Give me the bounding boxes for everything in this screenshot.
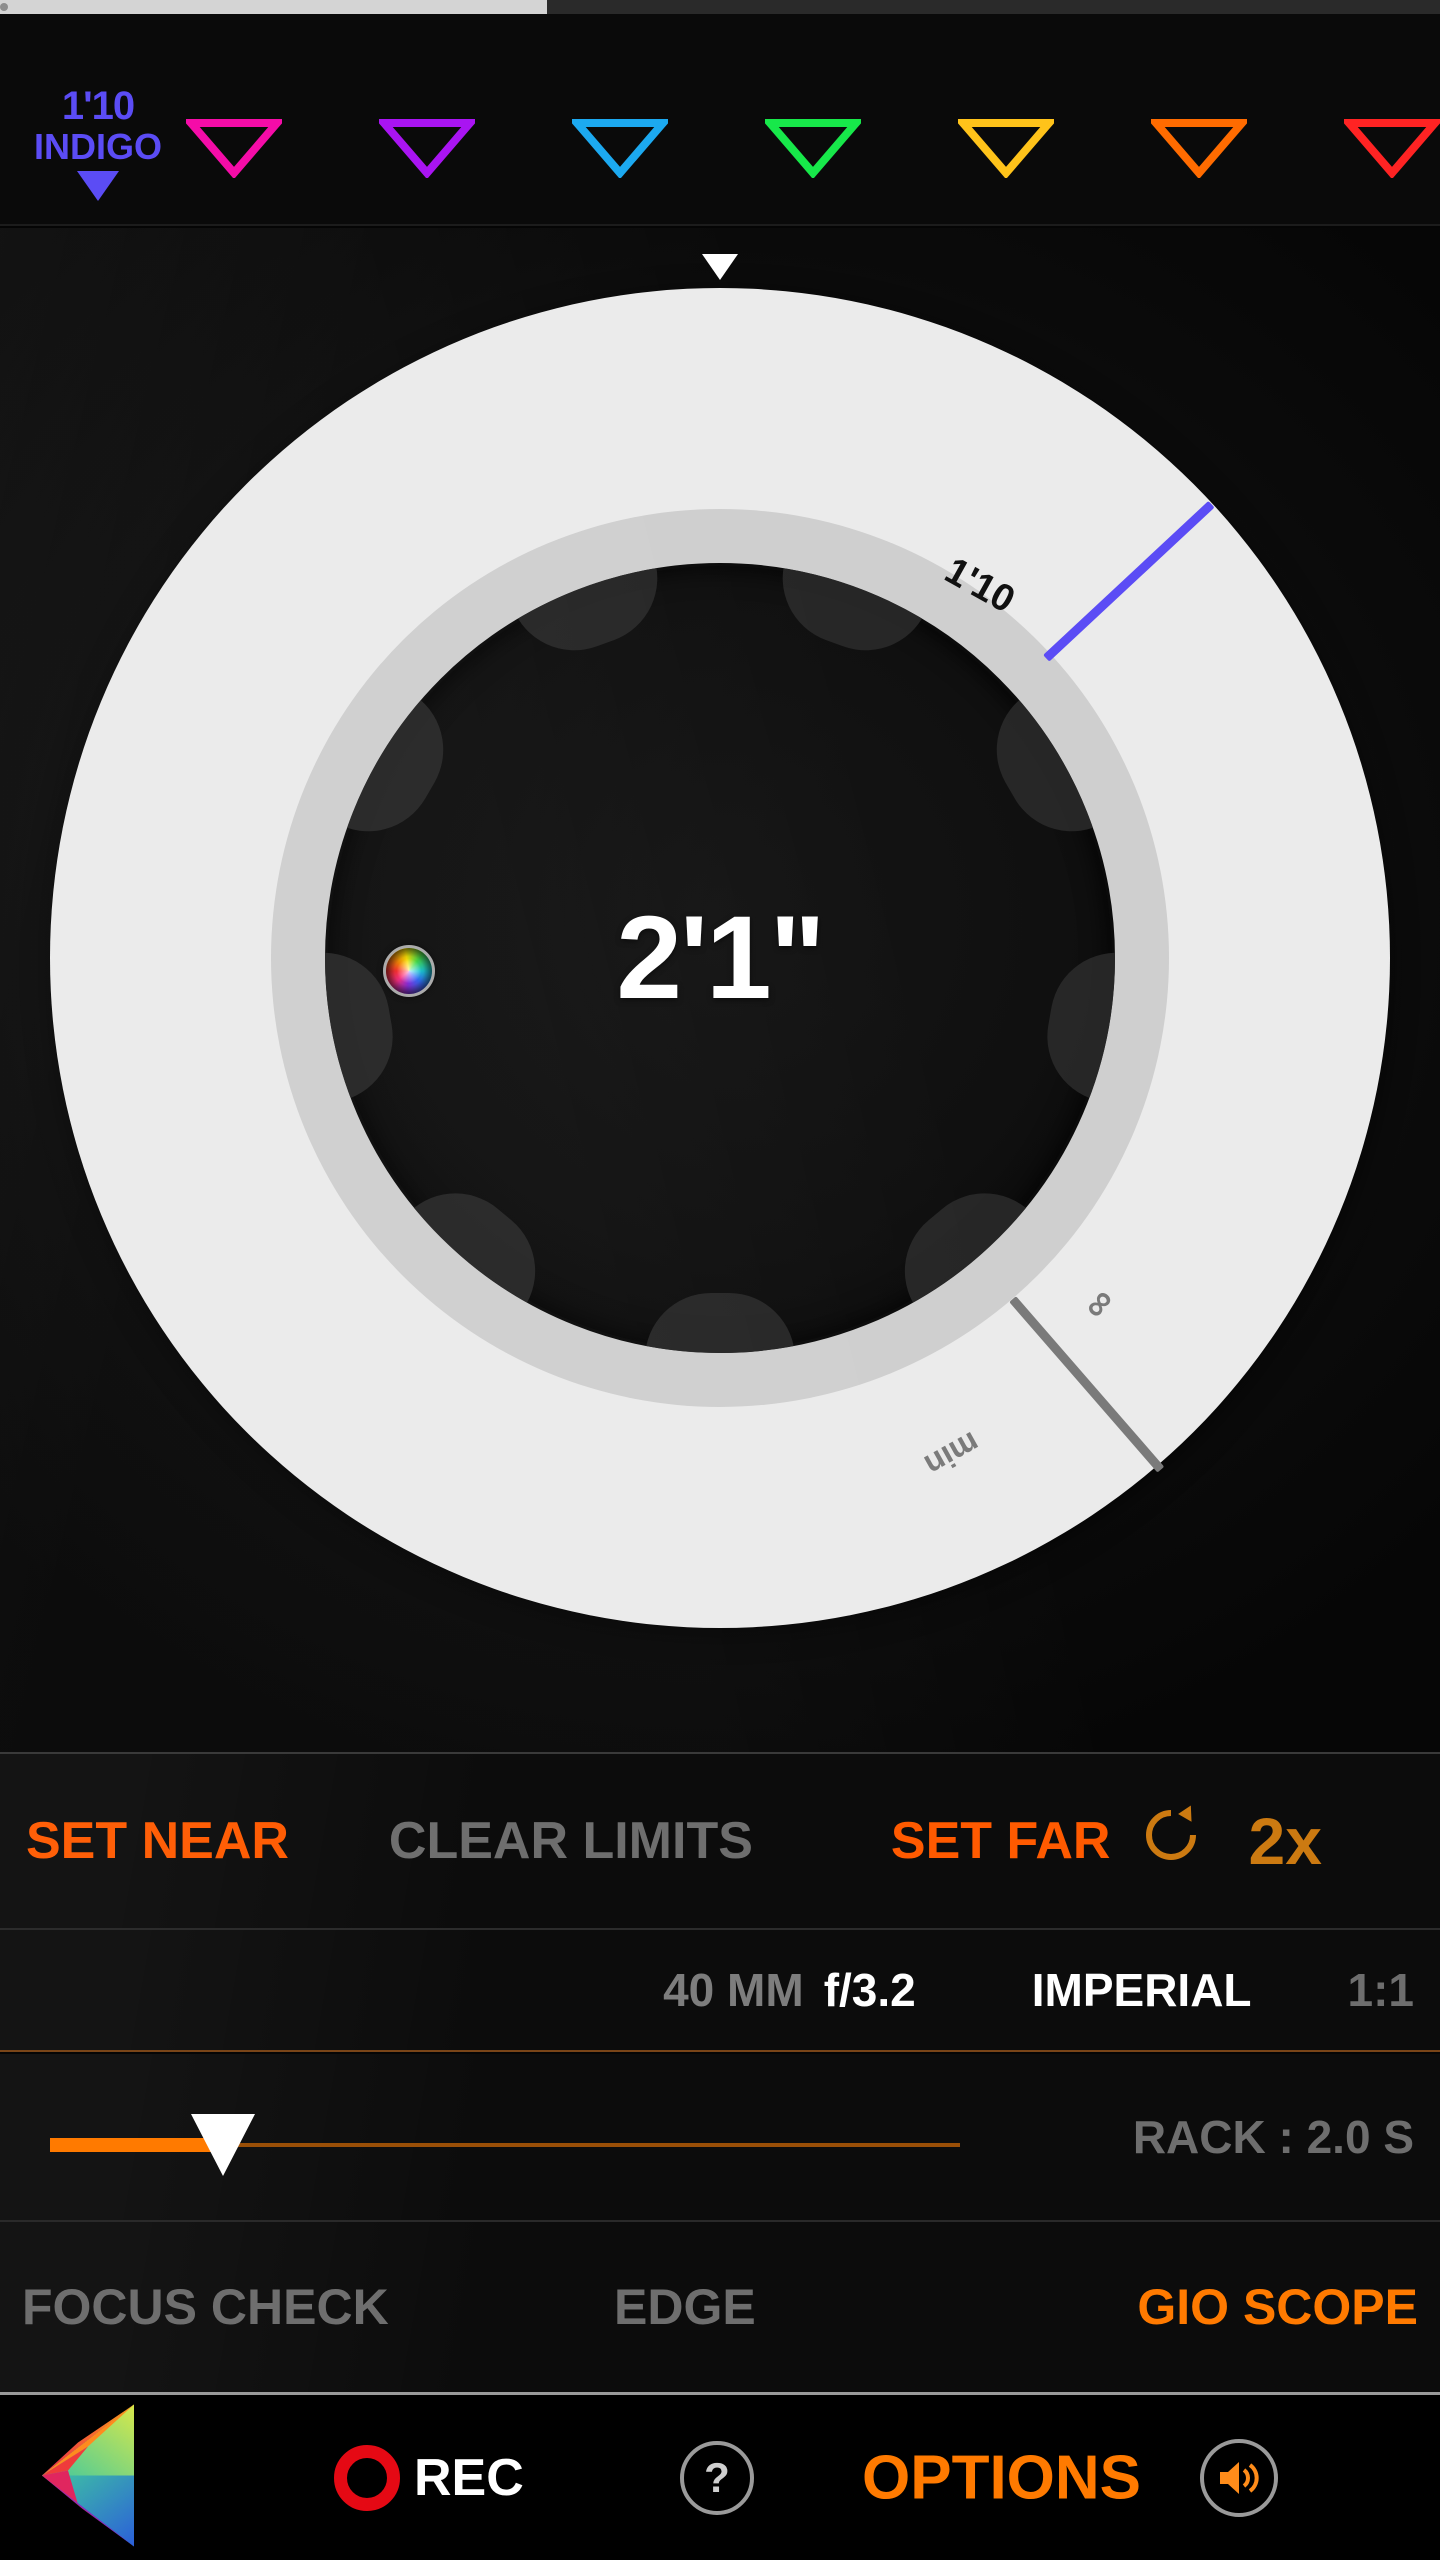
units-toggle[interactable]: IMPERIAL [1032, 1963, 1252, 2017]
active-marker-distance: 1'10 [61, 84, 135, 128]
limits-row: SET NEAR CLEAR LIMITS SET FAR 2x [0, 1752, 1440, 1928]
options-button[interactable]: OPTIONS [862, 2442, 1141, 2513]
marker-strip: 1'10 INDIGO [0, 14, 1440, 226]
rack-duration-label: RACK : 2.0 S [1132, 2111, 1414, 2163]
focal-length-value[interactable]: 40 MM [663, 1963, 804, 2017]
speaker-volume-icon [1220, 2461, 1259, 2494]
active-marker-label: INDIGO [33, 126, 162, 167]
rack-speed-slider[interactable] [50, 2114, 960, 2176]
dial-mark-line [1043, 500, 1215, 662]
dial-center-distance: 2'1" [616, 892, 825, 1024]
set-near-button[interactable]: SET NEAR [26, 1811, 289, 1871]
dial-mark-label: 1'10 [937, 549, 1022, 622]
dial-mark-line [1009, 1296, 1165, 1473]
ratio-value[interactable]: 1:1 [1348, 1963, 1414, 2017]
record-circle-icon [334, 2444, 400, 2511]
dial-mark-label: min [918, 1424, 986, 1484]
scrubber-knob[interactable] [0, 3, 8, 11]
app-root: 1'10 INDIGO 1'10 ∞ min 2'1" SET NEAR CLEAR… [0, 0, 1440, 2560]
set-far-button[interactable]: SET FAR [891, 1811, 1111, 1871]
aperture-value[interactable]: f/3.2 [824, 1963, 916, 2017]
scrubber-fill [0, 0, 548, 14]
lens-info-row: 40 MM f/3.2 IMPERIAL 1:1 [0, 1928, 1440, 2052]
gio-scope-button[interactable]: GIO SCOPE [1137, 2278, 1418, 2336]
marker-triangle-orange[interactable] [1151, 118, 1247, 178]
marker-triangle-violet[interactable] [379, 118, 475, 178]
timeline-scrubber[interactable] [0, 0, 1440, 14]
volume-button[interactable] [1200, 2438, 1278, 2517]
record-button[interactable]: REC [334, 2444, 524, 2511]
tools-row: FOCUS CHECK EDGE GIO SCOPE [0, 2220, 1440, 2392]
focus-dial[interactable]: 1'10 ∞ min 2'1" [50, 288, 1390, 1628]
refresh-loop-icon[interactable] [1140, 1804, 1202, 1879]
dial-mark-label: ∞ [1075, 1281, 1126, 1329]
edge-button[interactable]: EDGE [614, 2278, 756, 2336]
bottom-navbar: REC ? OPTIONS [0, 2392, 1440, 2560]
focus-dial-stage[interactable]: 1'10 ∞ min 2'1" [0, 228, 1440, 1752]
marker-triangle-magenta[interactable] [186, 118, 282, 178]
focus-check-button[interactable]: FOCUS CHECK [22, 2278, 389, 2336]
record-label: REC [414, 2448, 524, 2507]
marker-triangle-yellow[interactable] [958, 118, 1054, 178]
clear-limits-button[interactable]: CLEAR LIMITS [389, 1811, 753, 1871]
marker-triangle-blue[interactable] [572, 118, 668, 178]
marker-triangle-red[interactable] [1344, 118, 1440, 178]
marker-triangle-green[interactable] [765, 118, 861, 178]
marker-triangle-row [186, 118, 1440, 208]
active-marker-caret-icon [77, 171, 119, 202]
rack-row: RACK : 2.0 S [0, 2054, 1440, 2220]
color-wheel-icon[interactable] [383, 945, 435, 997]
dial-index-caret-icon [702, 254, 738, 280]
rack-slider-handle[interactable] [190, 2114, 255, 2176]
active-marker-indigo[interactable]: 1'10 INDIGO [14, 84, 182, 202]
help-button[interactable]: ? [680, 2440, 754, 2515]
question-mark-icon: ? [704, 2453, 730, 2501]
speed-multiplier-button[interactable]: 2x [1248, 1803, 1321, 1879]
prism-logo-icon[interactable] [38, 2400, 142, 2555]
